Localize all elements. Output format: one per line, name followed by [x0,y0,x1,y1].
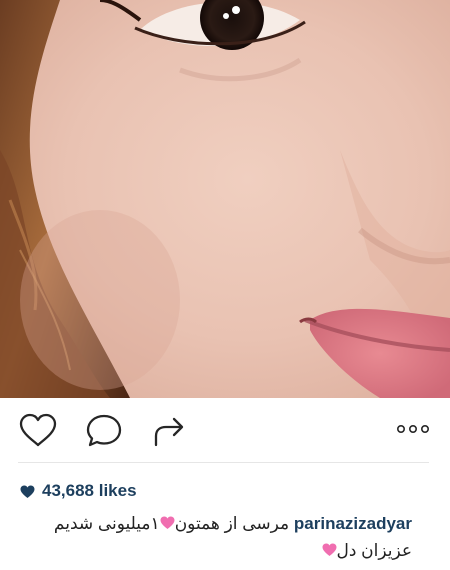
ellipsis-icon[interactable] [396,422,430,436]
post-caption: parinazizadyar مرسی از همتون ۱میلیونی شدی… [14,510,412,564]
post-photo[interactable] [0,0,450,398]
pink-heart-emoji-icon [322,538,337,556]
caption-text-part: ۱میلیونی شدیم [53,514,160,533]
post-actions-bar [0,398,450,462]
speech-bubble-icon[interactable] [84,412,124,450]
heart-outline-icon[interactable] [18,412,58,450]
likes-count[interactable]: 43,688 likes [20,479,137,503]
likes-label: 43,688 likes [42,481,137,500]
heart-filled-icon [20,484,35,498]
pink-heart-emoji-icon [160,511,175,529]
instagram-post: 43,688 likes parinazizadyar مرسی از همتو… [0,0,450,570]
caption-text-part: عزیزان دل [336,541,413,560]
caption-text-part: مرسی از همتون [174,514,290,533]
share-arrow-icon[interactable] [150,412,190,450]
username-link[interactable]: parinazizadyar [294,514,412,533]
divider [18,462,429,463]
